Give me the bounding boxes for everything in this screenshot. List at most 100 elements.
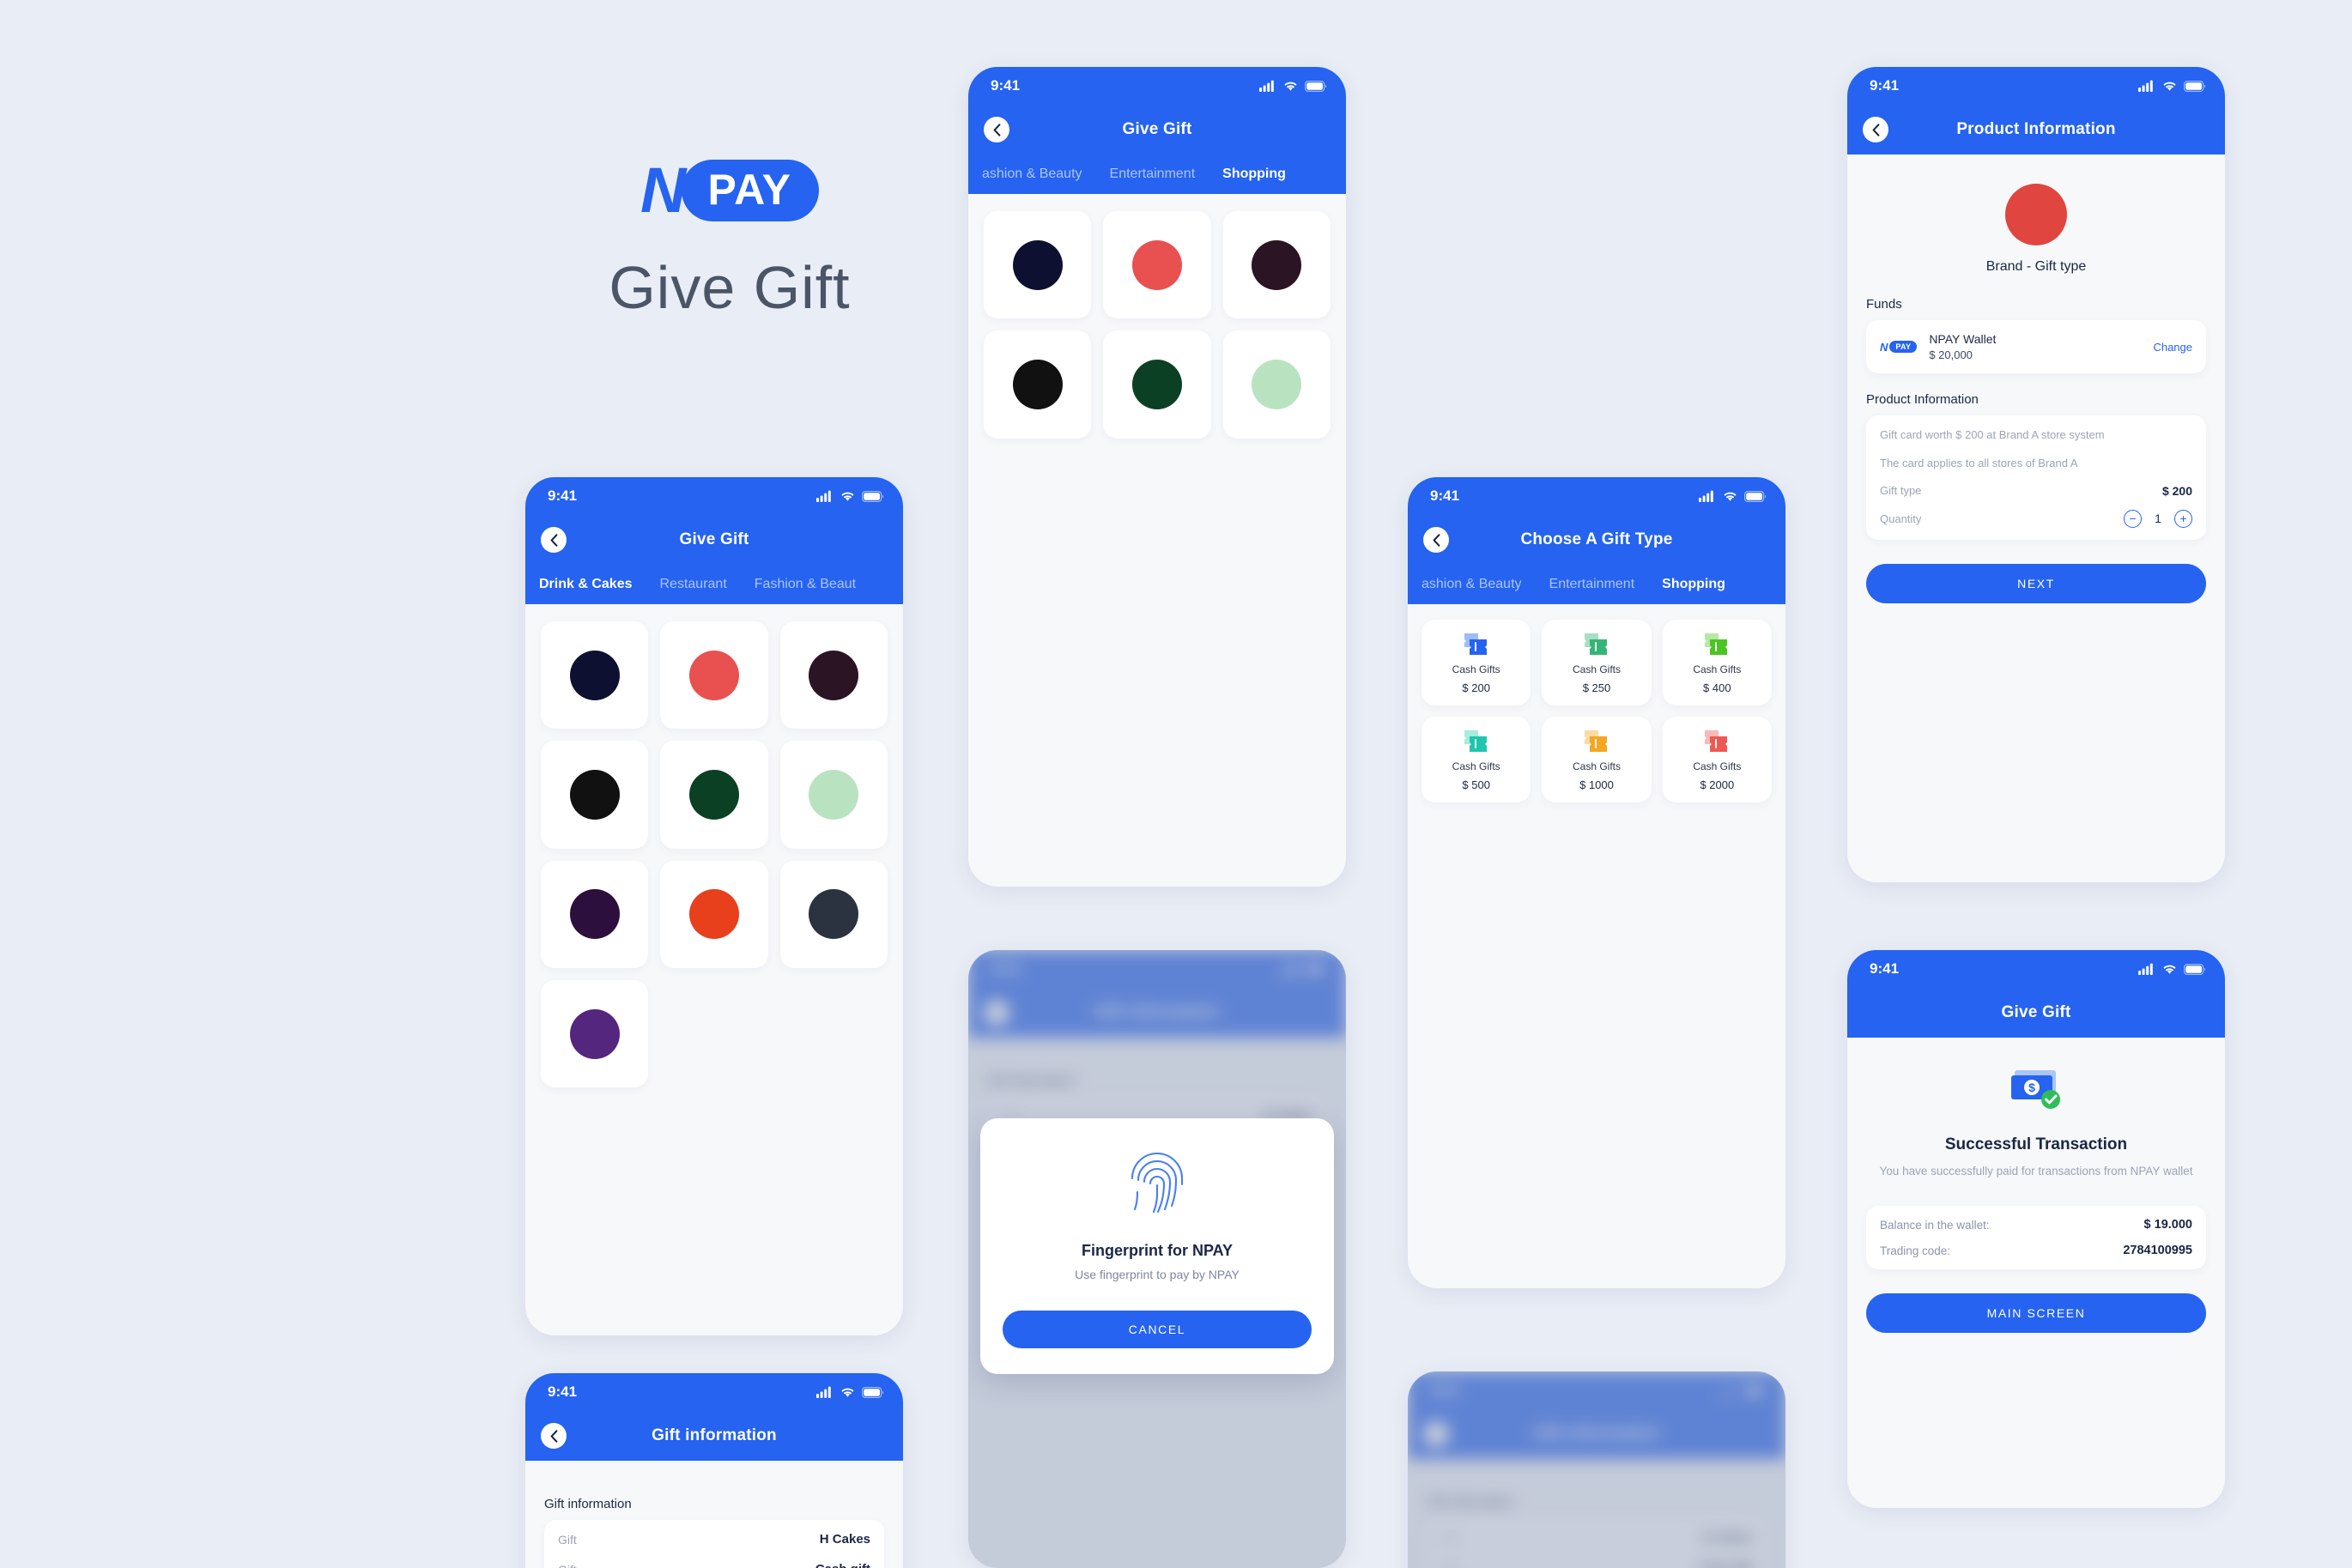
brand-card[interactable] [779,860,888,969]
status-bar: 9:41 [1408,477,1785,515]
modal-scrim [1408,1371,1785,1568]
brand-card[interactable] [541,860,649,969]
gift-type-value: $ 200 [2161,483,2192,498]
ticket-icon [1464,633,1487,655]
gift-type-card[interactable]: Cash Gifts $ 250 [1542,620,1652,705]
gift-type-card[interactable]: Cash Gifts $ 500 [1422,717,1531,802]
chevron-left-icon [550,1429,557,1443]
status-time: 9:41 [991,77,1021,94]
brand-card[interactable] [660,860,768,969]
brand-card[interactable] [984,211,1092,319]
wallet-text: NPAY Wallet $ 20,000 [1929,332,2141,361]
battery-icon [1744,490,1767,502]
nav-bar: Choose A Gift Type [1408,515,1785,565]
product-desc-1: Gift card worth $ 200 at Brand A store s… [1880,428,2105,441]
tab-fashion-beauty[interactable]: Fashion & Beaut [741,565,870,604]
back-button[interactable] [1423,527,1449,553]
brand-card[interactable] [1222,211,1331,319]
tab-shopping[interactable]: Shopping [1209,154,1300,194]
nav-title: Give Gift [679,530,749,548]
quantity-key: Quantity [1880,512,1922,525]
gift-type-price: $ 250 [1582,681,1611,694]
back-button[interactable] [1863,117,1888,142]
tab-bar: ashion & Beauty Entertainment Shopping [968,154,1346,194]
ticket-icon [1584,633,1607,655]
tab-shopping[interactable]: Shopping [1648,565,1739,604]
brand-card[interactable] [541,741,649,849]
status-time: 9:41 [548,487,578,504]
wifi-icon [841,1388,854,1397]
brand-tile-10-icon [569,1008,620,1059]
brand-card[interactable] [541,621,649,730]
screen-successful-transaction: 9:41 Give Gift $ Successful Transaction … [1847,950,2225,1508]
change-wallet-link[interactable]: Change [2153,341,2192,354]
quantity-increment-button[interactable]: + [2174,509,2192,528]
status-icons [1259,80,1327,92]
tab-fashion-beauty[interactable]: ashion & Beauty [1408,565,1536,604]
trading-code-value: 2784100995 [2123,1244,2192,1258]
gift-type-row: Gift type $ 200 [1880,484,2192,498]
screen-give-gift-drink-cakes: 9:41 Give Gift Drink & Cakes Restaurant … [525,477,903,1335]
money-check-icon: $ [2011,1070,2060,1109]
gift-type-card[interactable]: Cash Gifts $ 200 [1422,620,1531,705]
status-bar: 9:41 [1847,67,2225,105]
quantity-decrement-button[interactable]: − [2124,509,2142,528]
tab-restaurant[interactable]: Restaurant [646,565,741,604]
main-screen-button[interactable]: MAIN SCREEN [1866,1293,2206,1334]
nav-title: Gift information [652,1426,777,1444]
back-button[interactable] [541,1423,567,1449]
screen-fingerprint-modal: 9:41 Gift information Gift information G… [968,950,1346,1568]
next-button[interactable]: NEXT [1866,563,2206,603]
nav-title: Product Information [1956,120,2116,138]
gift-type-card[interactable]: Cash Gifts $ 1000 [1542,717,1652,802]
tab-fashion-beauty[interactable]: ashion & Beauty [968,154,1096,194]
brand-card[interactable] [1103,211,1211,319]
brand-card[interactable] [660,621,768,730]
tab-bar-wrap: Drink & Cakes Restaurant Fashion & Beaut [525,565,903,604]
brand-card[interactable] [779,741,888,849]
screen-choose-gift-type: 9:41 Choose A Gift Type ashion & Beauty … [1408,477,1785,1288]
tab-entertainment[interactable]: Entertainment [1096,154,1209,194]
status-bar: 9:41 [525,477,903,515]
nav-bar: Product Information [1847,105,2225,154]
cellular-signal-icon [1699,490,1713,502]
brand-card[interactable] [541,980,649,1088]
back-button[interactable] [541,527,567,553]
brand-card[interactable] [1222,330,1331,439]
trading-code-key: Trading code: [1880,1244,1951,1257]
gift-type-label: Cash Gifts [1452,663,1500,675]
ticket-icon [1464,730,1487,752]
status-icons [2138,963,2206,975]
gift-type-label: Cash Gifts [1572,760,1621,772]
status-time: 9:41 [1870,77,1900,94]
brand-card[interactable] [779,621,888,730]
ticket-icon [1584,730,1607,752]
screen-give-gift-shopping: 9:41 Give Gift ashion & Beauty Entertain… [968,67,1346,887]
table-row: Gift H Cakes [558,1532,870,1547]
tab-drink-cakes[interactable]: Drink & Cakes [525,565,646,604]
gift-type-label: Cash Gifts [1572,663,1621,675]
brand-tile-3-icon [1252,239,1302,290]
quantity-stepper[interactable]: − 1 + [2124,509,2192,528]
status-bar: 9:41 [525,1373,903,1411]
gift-type-label: Cash Gifts [1693,663,1742,675]
gift-type-card[interactable]: Cash Gifts $ 2000 [1662,717,1772,802]
brand-tile-5-icon [1132,360,1183,410]
wallet-card[interactable]: N PAY NPAY Wallet $ 20,000 Change [1866,320,2206,373]
brand-card[interactable] [1103,330,1211,439]
brand-card[interactable] [660,741,768,849]
brand-card[interactable] [984,330,1092,439]
page-title: Give Gift [609,254,851,321]
cellular-signal-icon [2138,963,2153,975]
chevron-left-icon [1872,123,1879,136]
wifi-icon [841,492,854,501]
funds-heading: Funds [1866,297,1902,312]
back-button[interactable] [984,117,1009,142]
brand-tile-9-icon [809,889,859,940]
mini-logo-pay: PAY [1889,341,1918,353]
gift-type-card[interactable]: Cash Gifts $ 400 [1662,620,1772,705]
tab-entertainment[interactable]: Entertainment [1536,565,1649,604]
cancel-button[interactable]: CANCEL [1003,1311,1312,1348]
chevron-left-icon [1433,533,1440,547]
transaction-summary-card: Balance in the wallet: $ 19.000 Trading … [1866,1206,2206,1270]
